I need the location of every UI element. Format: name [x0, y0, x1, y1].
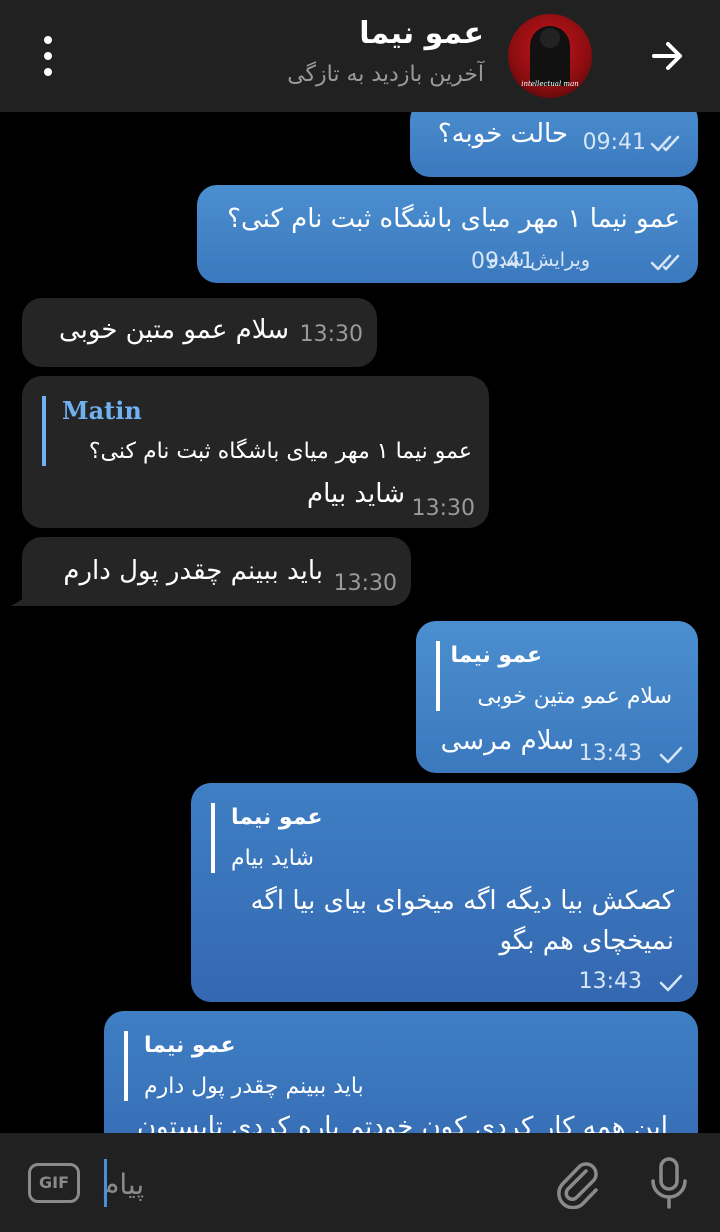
message-bubble-incoming[interactable]: باید ببینم چقدر پول دارم 13:30 — [22, 537, 411, 606]
message-time: 09:41 — [582, 130, 646, 155]
double-check-icon — [650, 254, 680, 271]
menu-dot — [44, 52, 52, 60]
contact-status: آخرین بازدید به تازگی — [287, 62, 484, 87]
message-bubble-incoming[interactable]: Matin عمو نیما ۱ مهر میای باشگاه ثبت نام… — [22, 376, 489, 528]
reply-preview-block[interactable]: Matin عمو نیما ۱ مهر میای باشگاه ثبت نام… — [42, 396, 472, 466]
message-input[interactable] — [100, 1161, 524, 1207]
message-bubble-outgoing[interactable]: عمو نیما شاید بیام کصکش بیا دیگه اگه میخ… — [191, 783, 698, 1002]
check-icon — [659, 974, 683, 992]
message-time: 13:43 — [578, 741, 642, 766]
message-time: 13:30 — [411, 496, 475, 521]
message-time-visible: 09:41 — [471, 249, 535, 274]
message-text: حالت خوبه؟ — [437, 119, 568, 149]
message-time: 13:30 — [333, 571, 397, 596]
message-bubble-outgoing[interactable]: عمو نیما باید ببینم چقدر پول دارم این هم… — [104, 1011, 698, 1133]
reply-text: سلام عمو متین خوبی — [477, 684, 672, 709]
message-text: این همه کار کردی کون خودتم پاره کردی تاب… — [136, 1112, 668, 1133]
reply-text: عمو نیما ۱ مهر میای باشگاه ثبت نام کنی؟ — [88, 439, 472, 464]
microphone-icon — [651, 1157, 687, 1209]
message-bubble-outgoing[interactable]: عمو نیما ۱ مهر میای باشگاه ثبت نام کنی؟ … — [197, 185, 698, 283]
message-text: شاید بیام — [307, 479, 405, 509]
paperclip-icon — [557, 1162, 598, 1210]
check-icon — [659, 746, 683, 764]
message-text: سلام مرسی — [440, 726, 574, 756]
reply-preview-block[interactable]: عمو نیما شاید بیام — [211, 803, 323, 873]
message-list[interactable]: حالت خوبه؟ 09:41 عمو نیما ۱ مهر میای باش… — [0, 112, 720, 1133]
chat-header: intellectual man عمو نیما آخرین بازدید ب… — [0, 0, 720, 112]
chat-screen: intellectual man عمو نیما آخرین بازدید ب… — [0, 0, 720, 1232]
reply-author: عمو نیما — [144, 1033, 236, 1058]
arrow-right-icon — [652, 42, 682, 70]
reply-text: شاید بیام — [231, 846, 314, 871]
contact-name[interactable]: عمو نیما — [359, 16, 484, 51]
message-text: کصکش بیا دیگه اگه میخوای بیای بیا اگه نم… — [250, 886, 674, 956]
reply-preview-block[interactable]: عمو نیما سلام عمو متین خوبی — [436, 641, 672, 711]
more-vertical-icon — [44, 36, 52, 44]
message-text: سلام عمو متین خوبی — [59, 315, 289, 345]
reply-preview-block[interactable]: عمو نیما باید ببینم چقدر پول دارم — [124, 1031, 424, 1101]
bubble-tail — [10, 590, 30, 606]
message-text: عمو نیما ۱ مهر میای باشگاه ثبت نام کنی؟ — [227, 204, 680, 234]
avatar-caption: intellectual man — [521, 80, 579, 88]
message-time: 13:30 — [299, 322, 363, 347]
gif-button[interactable]: GIF — [28, 1163, 80, 1203]
message-time: 13:43 — [578, 969, 642, 994]
back-button[interactable] — [644, 32, 692, 80]
message-bubble-outgoing[interactable]: حالت خوبه؟ 09:41 — [410, 112, 698, 177]
message-composer: GIF — [0, 1133, 720, 1232]
avatar-head — [540, 28, 560, 48]
message-bubble-outgoing[interactable]: عمو نیما سلام عمو متین خوبی سلام مرسی 13… — [416, 621, 698, 773]
attach-button[interactable] — [552, 1157, 604, 1210]
text-caret — [104, 1159, 107, 1207]
message-bubble-incoming[interactable]: سلام عمو متین خوبی 13:30 — [22, 298, 377, 367]
menu-dot — [44, 68, 52, 76]
message-text: باید ببینم چقدر پول دارم — [63, 556, 323, 586]
more-menu-button[interactable] — [30, 36, 66, 76]
double-check-icon — [650, 135, 680, 152]
avatar[interactable]: intellectual man — [508, 14, 592, 98]
reply-author: Matin — [62, 396, 142, 425]
reply-text: باید ببینم چقدر پول دارم — [144, 1074, 364, 1099]
reply-author: عمو نیما — [231, 805, 323, 830]
microphone-button[interactable] — [644, 1155, 694, 1211]
reply-author: عمو نیما — [450, 643, 542, 668]
